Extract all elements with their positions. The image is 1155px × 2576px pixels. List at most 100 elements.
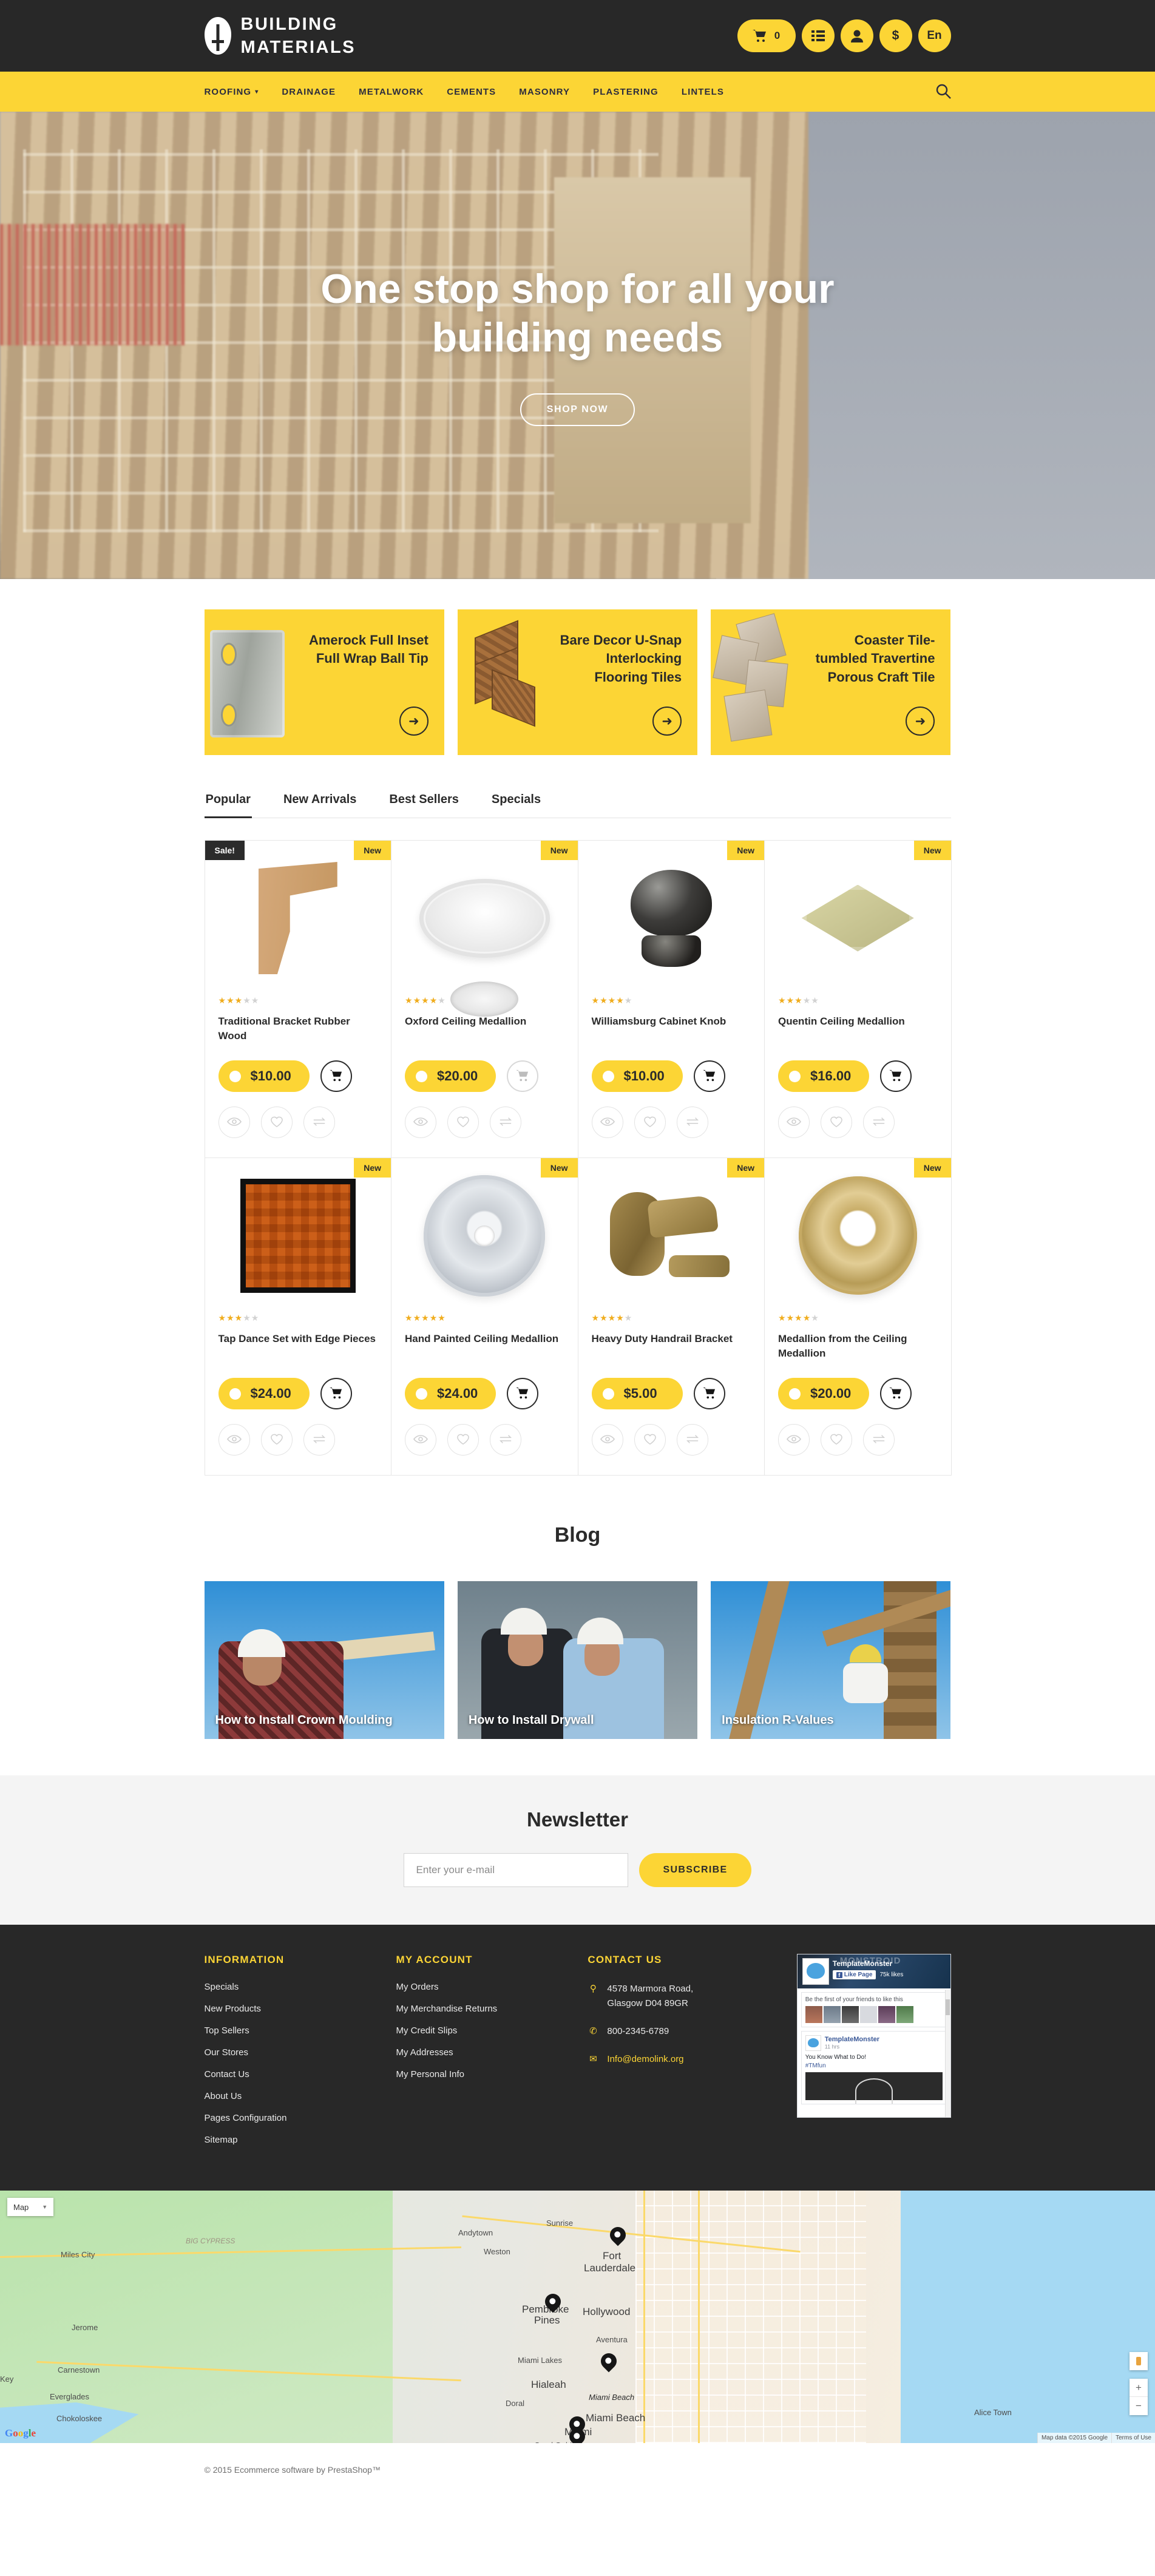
wishlist-button[interactable] [260, 1107, 293, 1138]
compare-button[interactable] [676, 1424, 708, 1456]
wishlist-button[interactable] [260, 1424, 293, 1456]
nav-item-plastering[interactable]: PLASTERING [593, 87, 659, 97]
footer-link-label[interactable]: Top Sellers [205, 2025, 249, 2036]
wishlist-button[interactable] [634, 1424, 666, 1456]
footer-link-information[interactable]: Contact Us [205, 2069, 377, 2080]
facebook-scrollbar[interactable] [944, 1990, 950, 2117]
language-button[interactable]: En [918, 19, 951, 52]
footer-link-information[interactable]: Pages Configuration [205, 2113, 377, 2124]
compare-button[interactable] [303, 1107, 335, 1138]
promo-banner-2[interactable]: Bare Decor U-Snap Interlocking Flooring … [457, 609, 698, 755]
footer-link-information[interactable]: Sitemap [205, 2135, 377, 2146]
product-card[interactable]: New ★★★★★ Heavy Duty Handrail Bracket $5… [577, 1158, 765, 1476]
footer-link-label[interactable]: My Orders [396, 1982, 438, 1992]
newsletter-email-input[interactable] [403, 1853, 628, 1887]
product-price[interactable]: $20.00 [778, 1378, 869, 1409]
zoom-in-button[interactable]: + [1130, 2379, 1148, 2397]
product-name[interactable]: Tap Dance Set with Edge Pieces [218, 1332, 378, 1362]
product-image[interactable] [578, 1158, 765, 1313]
nav-item-roofing[interactable]: ROOFING ▾ [205, 87, 259, 97]
product-name[interactable]: Heavy Duty Handrail Bracket [592, 1332, 751, 1362]
currency-button[interactable]: $ [879, 19, 912, 52]
blog-post-3[interactable]: Insulation R-Values [711, 1581, 951, 1739]
product-card[interactable]: New ★★★★★ Oxford Ceiling Medallion $20.0… [391, 840, 578, 1158]
nav-item-lintels[interactable]: LINTELS [682, 87, 724, 97]
add-to-cart-button[interactable] [507, 1378, 538, 1409]
product-name[interactable]: Quentin Ceiling Medallion [778, 1014, 938, 1045]
site-logo[interactable]: BUILDING MATERIALS [204, 13, 356, 59]
product-name[interactable]: Traditional Bracket Rubber Wood [218, 1014, 378, 1045]
shop-now-button[interactable]: SHOP NOW [520, 393, 635, 427]
product-image[interactable] [391, 1158, 578, 1313]
footer-link-my-account[interactable]: My Addresses [396, 2047, 568, 2058]
cart-button[interactable]: 0 [737, 19, 796, 52]
compare-button[interactable] [676, 1107, 708, 1138]
product-price[interactable]: $24.00 [218, 1378, 310, 1409]
promo-banner-3[interactable]: Coaster Tile-tumbled Travertine Porous C… [711, 609, 951, 755]
footer-link-my-account[interactable]: My Personal Info [396, 2069, 568, 2080]
footer-link-information[interactable]: Top Sellers [205, 2025, 377, 2036]
product-card[interactable]: New ★★★★★ Tap Dance Set with Edge Pieces… [204, 1158, 391, 1476]
product-card[interactable]: New ★★★★★ Medallion from the Ceiling Med… [764, 1158, 952, 1476]
nav-item-cements[interactable]: CEMENTS [447, 87, 496, 97]
product-image[interactable] [765, 841, 951, 995]
product-card[interactable]: New ★★★★★ Quentin Ceiling Medallion $16.… [764, 840, 952, 1158]
quick-view-button[interactable] [405, 1424, 436, 1456]
tab-specials[interactable]: Specials [490, 793, 542, 818]
footer-link-label[interactable]: My Merchandise Returns [396, 2004, 497, 2014]
tab-best-sellers[interactable]: Best Sellers [388, 793, 460, 818]
footer-link-label[interactable]: Specials [205, 1982, 239, 1992]
quick-view-button[interactable] [591, 1107, 623, 1138]
nav-item-drainage[interactable]: DRAINAGE [282, 87, 336, 97]
map-marker[interactable] [566, 2425, 589, 2443]
product-price[interactable]: $16.00 [778, 1060, 869, 1092]
add-to-cart-button[interactable] [880, 1378, 912, 1409]
wishlist-button[interactable] [634, 1107, 666, 1138]
footer-link-my-account[interactable]: My Merchandise Returns [396, 2004, 568, 2015]
footer-link-label[interactable]: New Products [205, 2004, 261, 2014]
product-image[interactable] [391, 841, 578, 995]
tab-new-arrivals[interactable]: New Arrivals [282, 793, 357, 818]
footer-link-label[interactable]: Contact Us [205, 2069, 249, 2079]
map-marker[interactable] [597, 2350, 620, 2375]
footer-link-information[interactable]: Specials [205, 1982, 377, 1993]
wishlist-button[interactable] [447, 1424, 479, 1456]
blog-post-2[interactable]: How to Install Drywall [457, 1581, 698, 1739]
facebook-page-widget[interactable]: MONSTROID TemplateMonster f Like Page 75… [796, 1954, 951, 2118]
footer-link-label[interactable]: My Personal Info [396, 2069, 464, 2079]
footer-link-information[interactable]: Our Stores [205, 2047, 377, 2058]
footer-link-information[interactable]: New Products [205, 2004, 377, 2015]
quick-view-button[interactable] [218, 1107, 250, 1138]
footer-link-label[interactable]: About Us [205, 2091, 242, 2101]
footer-link-label[interactable]: My Credit Slips [396, 2025, 457, 2036]
add-to-cart-button[interactable] [320, 1378, 352, 1409]
product-price[interactable]: $10.00 [218, 1060, 310, 1092]
product-card[interactable]: New ★★★★★ Williamsburg Cabinet Knob $10.… [577, 840, 765, 1158]
compare-button[interactable] [863, 1424, 895, 1456]
facebook-like-button[interactable]: f Like Page [832, 1970, 876, 1979]
quick-view-button[interactable] [591, 1424, 623, 1456]
add-to-cart-button[interactable] [507, 1060, 538, 1092]
map-marker[interactable] [606, 2223, 629, 2249]
product-image[interactable] [205, 841, 391, 995]
footer-link-my-account[interactable]: My Credit Slips [396, 2025, 568, 2036]
subscribe-button[interactable]: SUBSCRIBE [638, 1853, 752, 1887]
footer-link-label[interactable]: Pages Configuration [205, 2113, 287, 2123]
arrow-right-icon[interactable]: ➜ [399, 707, 428, 736]
product-price[interactable]: $5.00 [591, 1378, 683, 1409]
footer-link-label[interactable]: Sitemap [205, 2135, 238, 2145]
tab-popular[interactable]: Popular [204, 793, 252, 818]
add-to-cart-button[interactable] [693, 1378, 725, 1409]
street-view-pegman[interactable] [1130, 2352, 1148, 2370]
arrow-right-icon[interactable]: ➜ [652, 707, 682, 736]
map-marker[interactable] [541, 2290, 564, 2316]
store-location-map[interactable]: Miles City BIG CYPRESS Jerome Carnestown Eve… [0, 2191, 1155, 2443]
product-price[interactable]: $20.00 [405, 1060, 496, 1092]
promo-banner-1[interactable]: Amerock Full Inset Full Wrap Ball Tip ➜ [204, 609, 444, 755]
map-terms-link[interactable]: Terms of Use [1111, 2433, 1155, 2443]
footer-link-my-account[interactable]: My Orders [396, 1982, 568, 1993]
product-price[interactable]: $24.00 [405, 1378, 496, 1409]
product-name[interactable]: Oxford Ceiling Medallion [405, 1014, 564, 1045]
nav-item-masonry[interactable]: MASONRY [519, 87, 570, 97]
compare-button[interactable] [863, 1107, 895, 1138]
